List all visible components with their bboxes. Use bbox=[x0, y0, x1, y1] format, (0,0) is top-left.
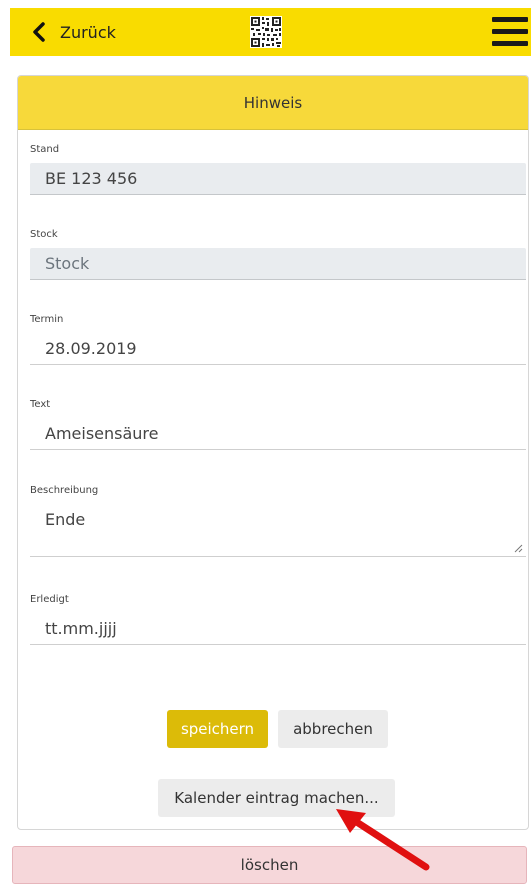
app-header: Zurück bbox=[10, 8, 531, 56]
save-button[interactable]: speichern bbox=[167, 710, 268, 748]
resize-handle-icon[interactable] bbox=[514, 544, 523, 553]
back-button[interactable]: Zurück bbox=[32, 18, 116, 46]
termin-input[interactable]: 28.09.2019 bbox=[30, 333, 526, 365]
field-label: Stand bbox=[30, 144, 60, 155]
field-text: Text Ameisensäure bbox=[30, 398, 526, 450]
chevron-left-icon bbox=[33, 22, 45, 42]
beschreibung-value: Ende bbox=[45, 510, 86, 529]
stand-input: BE 123 456 bbox=[30, 163, 526, 195]
field-stock: Stock Stock bbox=[30, 228, 526, 280]
field-label: Beschreibung bbox=[30, 485, 99, 496]
beschreibung-textarea[interactable]: Ende bbox=[30, 504, 526, 557]
back-label: Zurück bbox=[60, 22, 116, 42]
field-beschreibung: Beschreibung Ende bbox=[30, 484, 526, 557]
field-label: Stock bbox=[30, 229, 58, 240]
cancel-button[interactable]: abbrechen bbox=[278, 710, 388, 748]
text-input[interactable]: Ameisensäure bbox=[30, 418, 526, 450]
delete-button[interactable]: löschen bbox=[12, 846, 527, 884]
stock-input: Stock bbox=[30, 248, 526, 280]
field-label: Text bbox=[30, 399, 51, 410]
menu-bar bbox=[492, 41, 528, 46]
field-stand: Stand BE 123 456 bbox=[30, 143, 526, 195]
menu-bar bbox=[492, 29, 528, 34]
field-label: Erledigt bbox=[30, 594, 69, 605]
hinweis-card: Hinweis Stand BE 123 456 Stock Stock Ter… bbox=[17, 75, 529, 830]
field-label: Termin bbox=[30, 314, 64, 325]
erledigt-input[interactable]: tt.mm.jjjj bbox=[30, 613, 526, 645]
field-termin: Termin 28.09.2019 bbox=[30, 313, 526, 365]
menu-bar bbox=[492, 17, 528, 22]
card-title: Hinweis bbox=[18, 76, 528, 130]
qr-code-icon[interactable] bbox=[250, 16, 282, 48]
field-erledigt: Erledigt tt.mm.jjjj bbox=[30, 593, 526, 645]
hamburger-menu-icon[interactable] bbox=[492, 17, 528, 47]
red-arrow-annotation bbox=[336, 809, 430, 871]
